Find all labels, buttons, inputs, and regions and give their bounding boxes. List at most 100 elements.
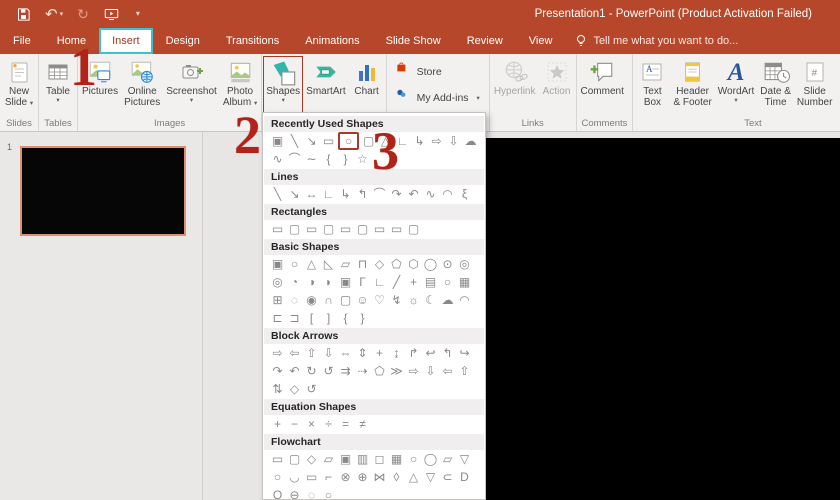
shape-icon[interactable]: ↘ [286, 186, 303, 202]
slide-1-thumbnail[interactable] [20, 146, 186, 236]
shape-icon[interactable]: ◇ [371, 256, 388, 272]
shape-icon[interactable]: ▭ [269, 451, 286, 467]
shape-icon[interactable]: △ [303, 256, 320, 272]
shape-icon[interactable]: ↺ [320, 363, 337, 379]
shape-icon[interactable]: ⬠ [371, 363, 388, 379]
shape-icon[interactable]: ⇉ [337, 363, 354, 379]
shape-icon[interactable]: ⇧ [456, 363, 473, 379]
tab-file[interactable]: File [0, 28, 44, 54]
store-button[interactable]: Store [396, 62, 480, 81]
shape-icon[interactable]: ⌒ [286, 151, 303, 167]
shape-icon[interactable]: △ [405, 469, 422, 485]
shape-icon[interactable]: ◯ [422, 451, 439, 467]
shape-icon[interactable]: ⋈ [371, 469, 388, 485]
tab-animations[interactable]: Animations [292, 28, 372, 54]
shape-icon[interactable]: ╲ [286, 133, 303, 149]
shape-icon[interactable]: ⌐ [320, 469, 337, 485]
redo-icon[interactable]: ↻ [77, 7, 89, 21]
shape-icon[interactable]: ☺ [354, 292, 371, 308]
shape-icon[interactable]: ╲ [269, 186, 286, 202]
start-slideshow-icon[interactable] [103, 7, 120, 22]
shape-icon[interactable]: ◗ [320, 274, 337, 290]
tab-slide-show[interactable]: Slide Show [373, 28, 454, 54]
shape-icon[interactable]: ◇ [286, 381, 303, 397]
shape-icon[interactable]: ☁ [439, 292, 456, 308]
tab-view[interactable]: View [516, 28, 566, 54]
shape-icon[interactable]: ▱ [337, 256, 354, 272]
header-footer-button[interactable]: Header& Footer [670, 56, 714, 116]
new-slide-button[interactable]: NewSlide ▾ [1, 56, 37, 116]
shape-icon[interactable]: ⊞ [269, 292, 286, 308]
shape-icon[interactable]: { [337, 310, 354, 326]
shape-icon[interactable]: × [303, 416, 320, 432]
shape-icon[interactable]: ⇦ [286, 345, 303, 361]
shape-icon[interactable]: ↺ [303, 381, 320, 397]
shape-icon[interactable]: ↘ [303, 133, 320, 149]
shape-icon[interactable]: ≠ [354, 416, 371, 432]
shape-icon[interactable]: + [371, 345, 388, 361]
slide-editing-canvas[interactable] [486, 138, 840, 500]
shape-icon[interactable]: ☼ [405, 292, 422, 308]
screenshot-button[interactable]: Screenshot▾ [163, 56, 220, 116]
shape-icon[interactable]: ◎ [456, 256, 473, 272]
shape-icon[interactable]: ⇅ [269, 381, 286, 397]
text-box-button[interactable]: ATextBox [634, 56, 670, 116]
shape-icon[interactable]: ↰ [439, 345, 456, 361]
shape-icon[interactable]: ⊂ [439, 469, 456, 485]
undo-icon[interactable]: ↶▾ [45, 7, 63, 22]
shape-icon[interactable]: { [320, 151, 337, 167]
shape-icon[interactable]: ⇩ [445, 133, 462, 149]
shape-icon[interactable]: ◇ [303, 451, 320, 467]
shape-icon[interactable]: ◊ [388, 469, 405, 485]
shape-icon[interactable]: ▭ [337, 221, 354, 237]
shape-icon[interactable]: ↳ [337, 186, 354, 202]
shape-icon[interactable]: ⊖ [286, 487, 303, 500]
shape-icon[interactable]: ▤ [422, 274, 439, 290]
shape-icon[interactable]: ∿ [422, 186, 439, 202]
shape-icon[interactable]: ↱ [405, 345, 422, 361]
shape-icon[interactable]: ◑ [303, 274, 320, 290]
shape-icon[interactable]: ▣ [337, 274, 354, 290]
shape-icon[interactable]: ⊕ [354, 469, 371, 485]
shape-icon[interactable]: ▣ [269, 133, 286, 149]
shape-icon[interactable]: ↶ [405, 186, 422, 202]
shape-icon[interactable]: ▭ [371, 221, 388, 237]
shape-icon[interactable]: ⊓ [354, 256, 371, 272]
shape-icon[interactable]: ○ [320, 487, 337, 500]
shape-icon[interactable]: ▭ [320, 133, 337, 149]
comment-button[interactable]: Comment [578, 56, 627, 116]
shape-icon[interactable]: ▥ [354, 451, 371, 467]
shape-icon[interactable]: ⇕ [354, 345, 371, 361]
shape-icon[interactable]: ☁ [462, 133, 479, 149]
chart-button[interactable]: Chart [349, 56, 385, 116]
shape-icon[interactable]: ⇦ [439, 363, 456, 379]
tab-review[interactable]: Review [454, 28, 516, 54]
shape-icon[interactable]: ▦ [456, 274, 473, 290]
shape-icon[interactable]: ÷ [320, 416, 337, 432]
shape-icon[interactable]: ▣ [337, 451, 354, 467]
shape-icon[interactable]: ∼ [303, 151, 320, 167]
shape-icon[interactable]: ⬡ [405, 256, 422, 272]
shape-icon[interactable]: ↶ [286, 363, 303, 379]
shape-icon[interactable]: ∟ [320, 186, 337, 202]
shape-icon[interactable]: ◉ [303, 292, 320, 308]
shape-icon[interactable]: ▢ [286, 221, 303, 237]
shape-icon[interactable]: ↯ [388, 292, 405, 308]
shape-icon[interactable]: ◌ [286, 292, 303, 308]
shape-icon[interactable]: ▱ [439, 451, 456, 467]
shape-icon[interactable]: ↻ [303, 363, 320, 379]
shape-icon[interactable]: ⊗ [337, 469, 354, 485]
shape-icon[interactable]: ◺ [320, 256, 337, 272]
shape-icon[interactable]: ] [320, 310, 337, 326]
object-button[interactable]: O [835, 56, 840, 116]
shape-icon[interactable]: } [354, 310, 371, 326]
wordart-button[interactable]: AWordArt▾ [715, 56, 758, 116]
shape-icon[interactable]: ○ [269, 469, 286, 485]
shape-icon[interactable]: ↨ [388, 345, 405, 361]
shape-icon[interactable]: ⇩ [320, 345, 337, 361]
shape-icon[interactable]: ▦ [388, 451, 405, 467]
shape-icon[interactable]: ▭ [269, 221, 286, 237]
shape-icon[interactable]: ☆ [354, 151, 371, 167]
shape-icon[interactable]: ↪ [456, 345, 473, 361]
shape-icon[interactable]: ◠ [456, 292, 473, 308]
